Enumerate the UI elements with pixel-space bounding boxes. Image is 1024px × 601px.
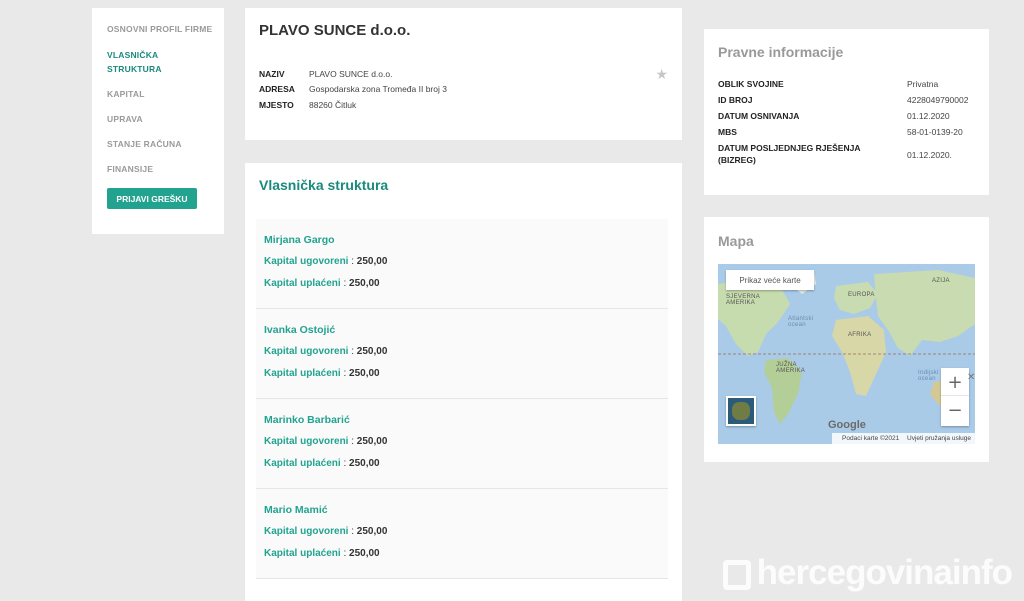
naziv-label: NAZIV (259, 69, 285, 79)
watermark: hercegovinainfo (722, 553, 1013, 593)
google-logo: Google (828, 419, 866, 431)
owner-item: Marinko Barbarić Kapital ugovoreni : 250… (256, 399, 668, 489)
owner-name[interactable]: Marinko Barbarić (264, 414, 350, 426)
nav-item-stanje-racuna[interactable]: STANJE RAČUNA (107, 137, 182, 151)
capital-contracted-label: Kapital ugovoreni (264, 436, 349, 447)
zoom-out-button[interactable]: − (941, 396, 969, 425)
ownership-card: Vlasnička struktura Mirjana Gargo Kapita… (245, 163, 682, 601)
capital-contracted-row: Kapital ugovoreni : 250,00 (264, 256, 388, 267)
map-title: Mapa (718, 233, 754, 249)
company-name: PLAVO SUNCE d.o.o. (259, 22, 411, 39)
company-card: PLAVO SUNCE d.o.o. NAZIV PLAVO SUNCE d.o… (245, 8, 682, 140)
map-label-asia: AZIJA (932, 278, 950, 284)
oblik-svojine-label: OBLIK SVOJINE (718, 79, 784, 89)
capital-paid-value: 250,00 (349, 458, 380, 469)
world-map[interactable]: SJEVERNA AMERIKA Atlantski ocean EUROPA … (718, 264, 975, 444)
owner-name[interactable]: Ivanka Ostojić (264, 324, 335, 336)
capital-contracted-value: 250,00 (356, 526, 388, 537)
capital-contracted-label: Kapital ugovoreni (264, 346, 349, 357)
satellite-toggle-button[interactable] (726, 396, 756, 426)
capital-contracted-value: 250,00 (356, 436, 388, 447)
capital-paid-label: Kapital uplaćeni (264, 548, 341, 559)
map-label-europe: EUROPA (848, 292, 875, 298)
zoom-in-button[interactable]: + (941, 368, 969, 396)
map-label-south-america: JUŽNA AMERIKA (776, 362, 806, 374)
watermark-text: hercegovinainfo (756, 553, 1013, 592)
map-label-north-america: SJEVERNA AMERIKA (726, 294, 760, 306)
map-land-shapes (718, 270, 975, 424)
capital-paid-value: 250,00 (349, 278, 380, 289)
map-label-africa: AFRIKA (848, 332, 872, 338)
mbs-value: 58-01-0139-20 (907, 127, 963, 137)
legal-info-card: Pravne informacije OBLIK SVOJINE Privatn… (704, 29, 989, 195)
naziv-value: PLAVO SUNCE d.o.o. (309, 69, 393, 79)
owner-item: Mirjana Gargo Kapital ugovoreni : 250,00… (256, 219, 668, 309)
capital-paid-label: Kapital uplaćeni (264, 458, 341, 469)
capital-paid-value: 250,00 (349, 368, 380, 379)
nav-item-finansije[interactable]: FINANSIJE (107, 162, 153, 176)
zoom-controls: + − (941, 368, 969, 426)
nav-item-uprava[interactable]: UPRAVA (107, 112, 143, 126)
legal-info-title: Pravne informacije (718, 44, 844, 60)
mjesto-value: 88260 Čitluk (309, 100, 357, 110)
close-icon[interactable]: ✕ (967, 372, 975, 383)
datum-osnivanja-value: 01.12.2020 (907, 111, 950, 121)
nav-item-kapital[interactable]: KAPITAL (107, 87, 145, 101)
datum-rjesenja-value: 01.12.2020. (907, 150, 952, 160)
owner-name[interactable]: Mirjana Gargo (264, 234, 335, 246)
capital-paid-value: 250,00 (349, 548, 380, 559)
map-data-credit: Podaci karte ©2021 (842, 435, 900, 442)
nav-item-vlasnicka-struktura[interactable]: VLASNIČKA STRUKTURA (107, 48, 177, 76)
capital-contracted-label: Kapital ugovoreni (264, 256, 349, 267)
capital-paid-label: Kapital uplaćeni (264, 368, 341, 379)
map-terms-link[interactable]: Uvjeti pružanja usluge (907, 435, 971, 442)
capital-contracted-row: Kapital ugovoreni : 250,00 (264, 526, 388, 537)
larger-map-button[interactable]: Prikaz veće karte (726, 270, 814, 290)
satellite-thumbnail-icon (732, 402, 750, 420)
adresa-label: ADRESA (259, 84, 295, 94)
capital-contracted-value: 250,00 (356, 256, 388, 267)
mjesto-label: MJESTO (259, 100, 294, 110)
capital-contracted-label: Kapital ugovoreni (264, 526, 349, 537)
owner-item: Ivanka Ostojić Kapital ugovoreni : 250,0… (256, 309, 668, 399)
capital-contracted-value: 250,00 (356, 346, 388, 357)
id-broj-value: 4228049790002 (907, 95, 969, 105)
hercegovinainfo-logo-icon (722, 559, 751, 590)
owner-list: Mirjana Gargo Kapital ugovoreni : 250,00… (256, 219, 668, 579)
map-label-atlantic: Atlantski ocean (788, 316, 814, 328)
nav-item-osnovni-profil[interactable]: OSNOVNI PROFIL FIRME (107, 22, 212, 36)
capital-paid-label: Kapital uplaćeni (264, 278, 341, 289)
id-broj-label: ID BROJ (718, 95, 753, 105)
ownership-title: Vlasnička struktura (259, 177, 389, 193)
capital-paid-row: Kapital uplaćeni : 250,00 (264, 368, 380, 379)
capital-paid-row: Kapital uplaćeni : 250,00 (264, 548, 380, 559)
capital-contracted-row: Kapital ugovoreni : 250,00 (264, 346, 388, 357)
star-icon[interactable]: ★ (655, 66, 668, 83)
datum-osnivanja-label: DATUM OSNIVANJA (718, 111, 800, 121)
owner-name[interactable]: Mario Mamić (264, 504, 328, 516)
map-card: Mapa SJEVERNA AMERIKA Atlantski ocean EU… (704, 217, 989, 462)
adresa-value: Gospodarska zona Tromeđa II broj 3 (309, 84, 447, 94)
report-error-button[interactable]: PRIJAVI GREŠKU (107, 188, 197, 209)
profile-navigation: OSNOVNI PROFIL FIRME VLASNIČKA STRUKTURA… (92, 8, 224, 234)
map-attribution: Podaci karte ©2021 Uvjeti pružanja uslug… (832, 433, 975, 444)
capital-paid-row: Kapital uplaćeni : 250,00 (264, 278, 380, 289)
owner-item: Mario Mamić Kapital ugovoreni : 250,00 K… (256, 489, 668, 579)
capital-contracted-row: Kapital ugovoreni : 250,00 (264, 436, 388, 447)
mbs-label: MBS (718, 127, 737, 137)
capital-paid-row: Kapital uplaćeni : 250,00 (264, 458, 380, 469)
oblik-svojine-value: Privatna (907, 79, 939, 89)
datum-rjesenja-label: DATUM POSLJEDNJEG RJEŠENJA (BIZREG) (718, 143, 861, 165)
